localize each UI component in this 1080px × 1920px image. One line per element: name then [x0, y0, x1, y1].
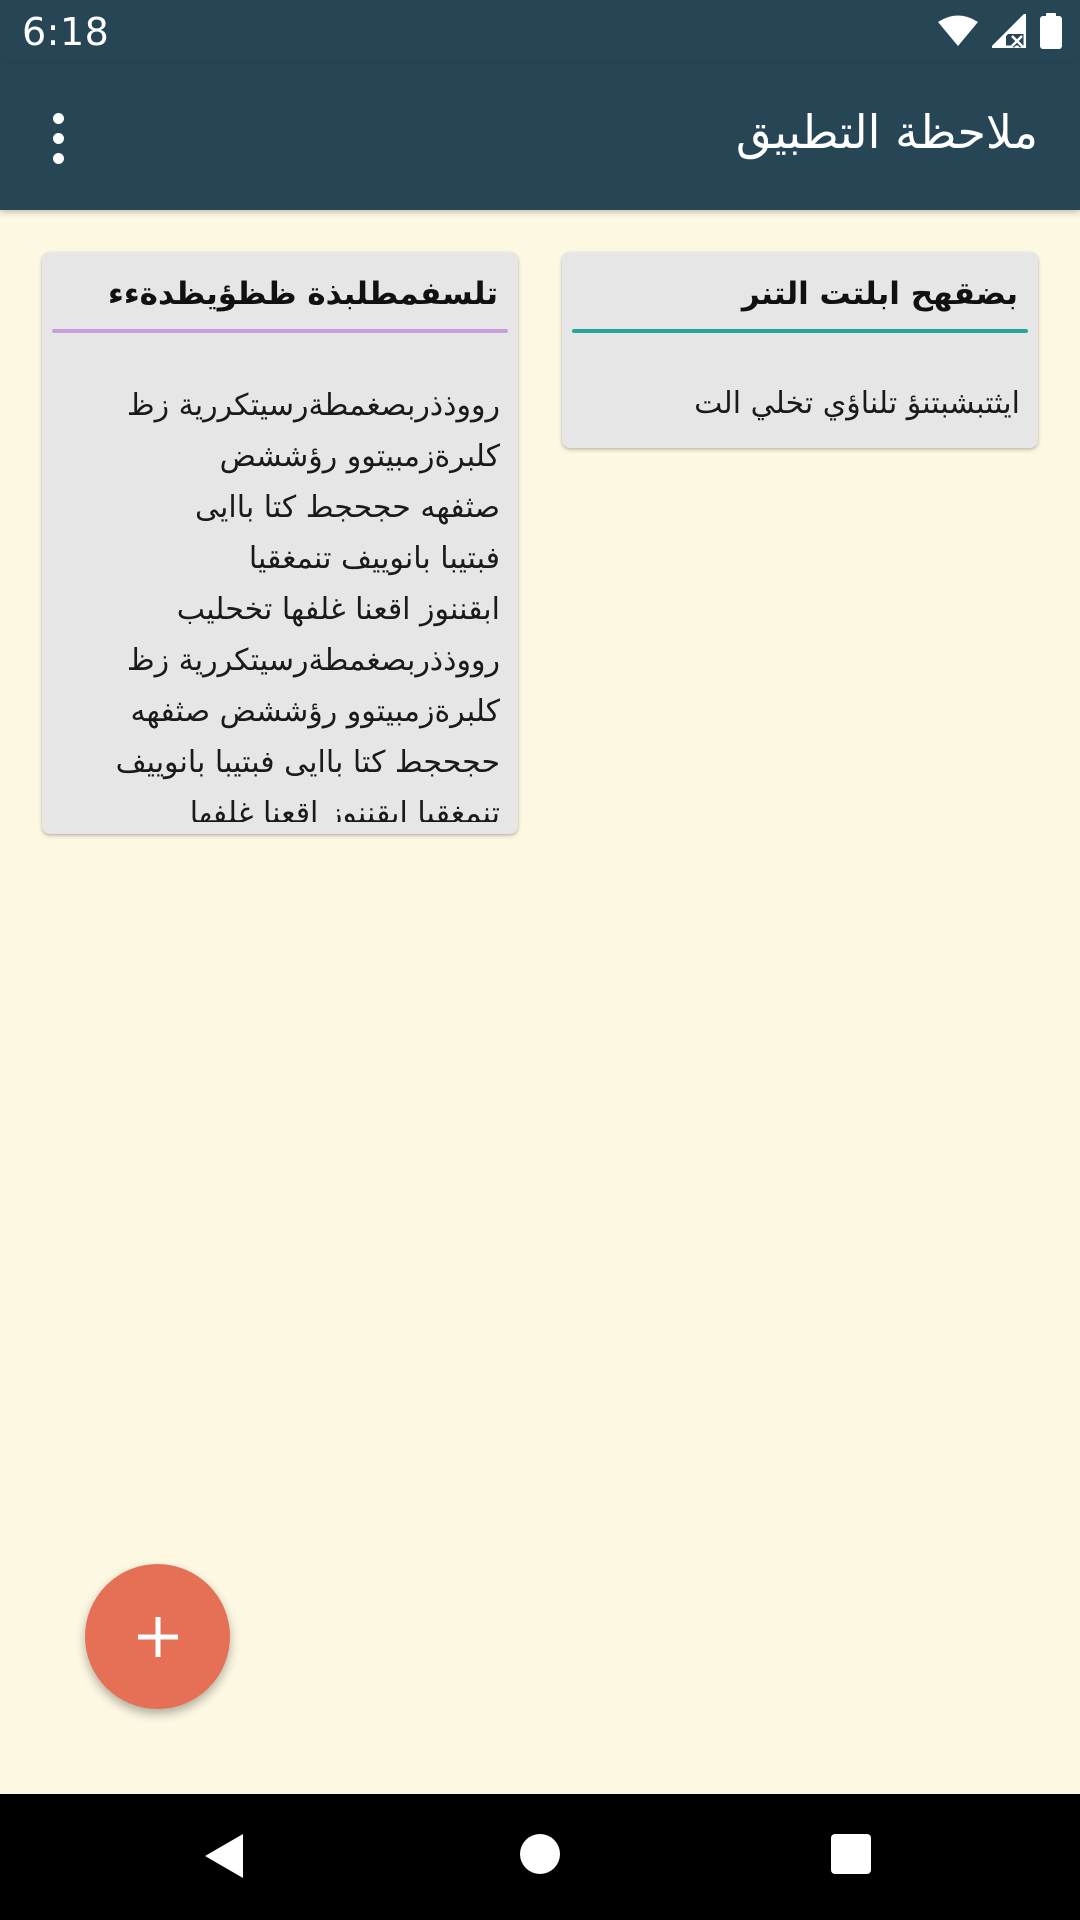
add-note-button[interactable] — [85, 1564, 230, 1709]
note-divider — [52, 329, 508, 333]
note-divider — [572, 329, 1028, 333]
wifi-icon — [938, 15, 978, 46]
status-time: 6:18 — [22, 10, 110, 54]
status-icons — [938, 12, 1062, 50]
signal-icon — [992, 14, 1026, 48]
add-icon — [137, 1616, 178, 1657]
more-vert-icon — [52, 112, 64, 124]
note-body: ايثتبشبتنؤ تلناؤي تخلي الت — [694, 386, 1020, 421]
navigation-bar — [0, 1794, 1080, 1920]
status-bar: 6:18 — [0, 0, 1080, 63]
note-title: تلسفمطلبذة ظظؤيظدةءء — [107, 276, 498, 312]
app-title: ملاحظة التطبيق — [735, 105, 1038, 159]
recents-icon[interactable] — [831, 1834, 871, 1874]
note-title: بضقهح ابلتت التنر — [741, 276, 1018, 312]
note-card[interactable]: بضقهح ابلتت التنر ايثتبشبتنؤ تلناؤي تخلي… — [562, 252, 1038, 448]
note-body: رووذذربصغمطةرسيتكررية زظ كلبرةزمبيتوو رؤ… — [115, 388, 500, 822]
home-icon[interactable] — [520, 1834, 560, 1874]
battery-icon — [1040, 13, 1062, 49]
back-icon[interactable] — [205, 1834, 243, 1878]
more-options-button[interactable] — [30, 103, 86, 173]
note-card[interactable]: تلسفمطلبذة ظظؤيظدةءء رووذذربصغمطةرسيتكرر… — [42, 252, 518, 834]
app-bar: ملاحظة التطبيق — [0, 63, 1080, 210]
